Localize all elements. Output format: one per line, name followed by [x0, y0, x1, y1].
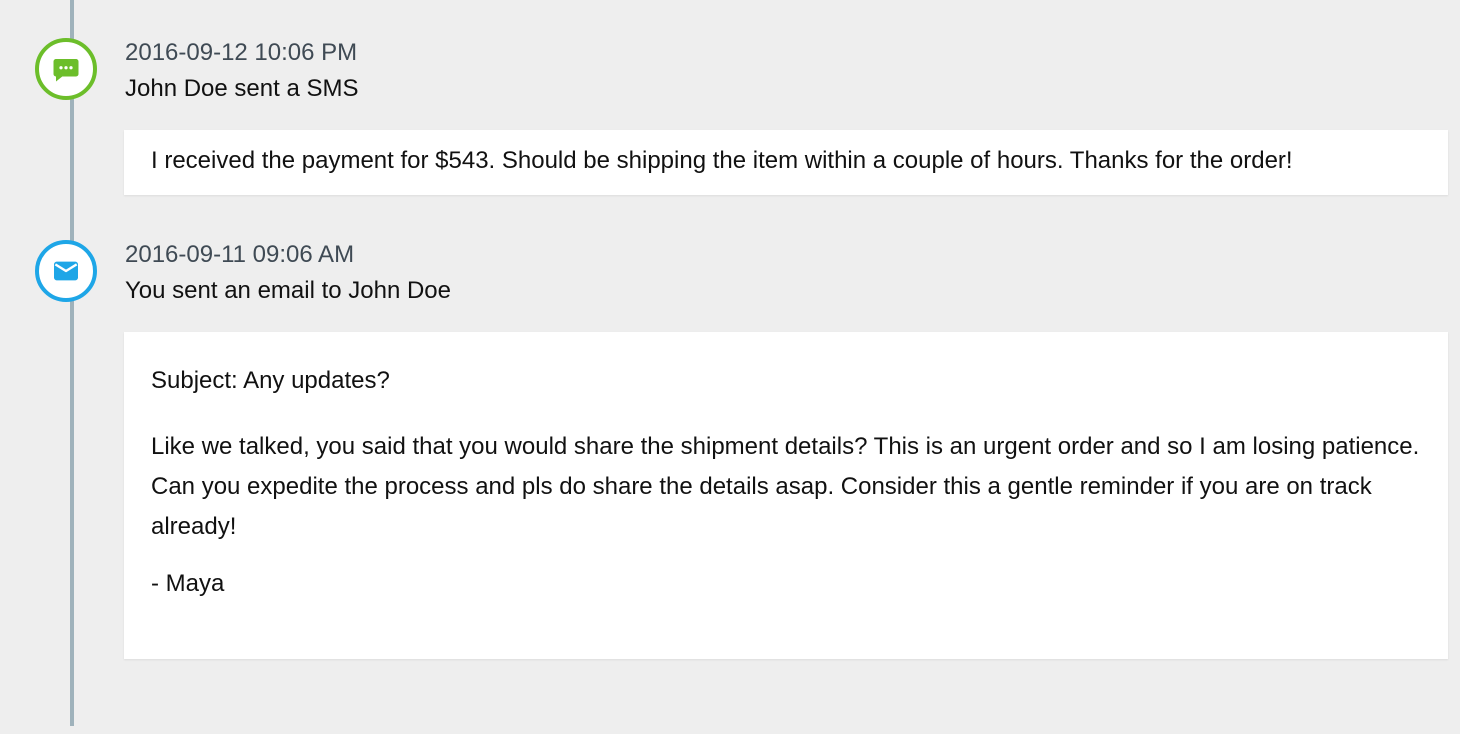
sms-icon — [35, 38, 97, 100]
email-subject: Subject: Any updates? — [151, 367, 390, 394]
email-message-card: Subject: Any updates? Like we talked, yo… — [124, 332, 1448, 659]
sms-message-card: I received the payment for $543. Should … — [124, 130, 1448, 195]
timeline-line — [70, 0, 74, 726]
event-timestamp: 2016-09-11 09:06 AM — [125, 241, 355, 268]
sms-message-text: I received the payment for $543. Should … — [151, 147, 1293, 174]
email-icon — [35, 240, 97, 302]
email-signature: - Maya — [151, 570, 225, 597]
event-timestamp: 2016-09-12 10:06 PM — [125, 39, 358, 66]
event-title: You sent an email to John Doe — [125, 277, 452, 304]
email-body: Like we talked, you said that you would … — [151, 433, 1420, 540]
event-title: John Doe sent a SMS — [125, 75, 359, 102]
